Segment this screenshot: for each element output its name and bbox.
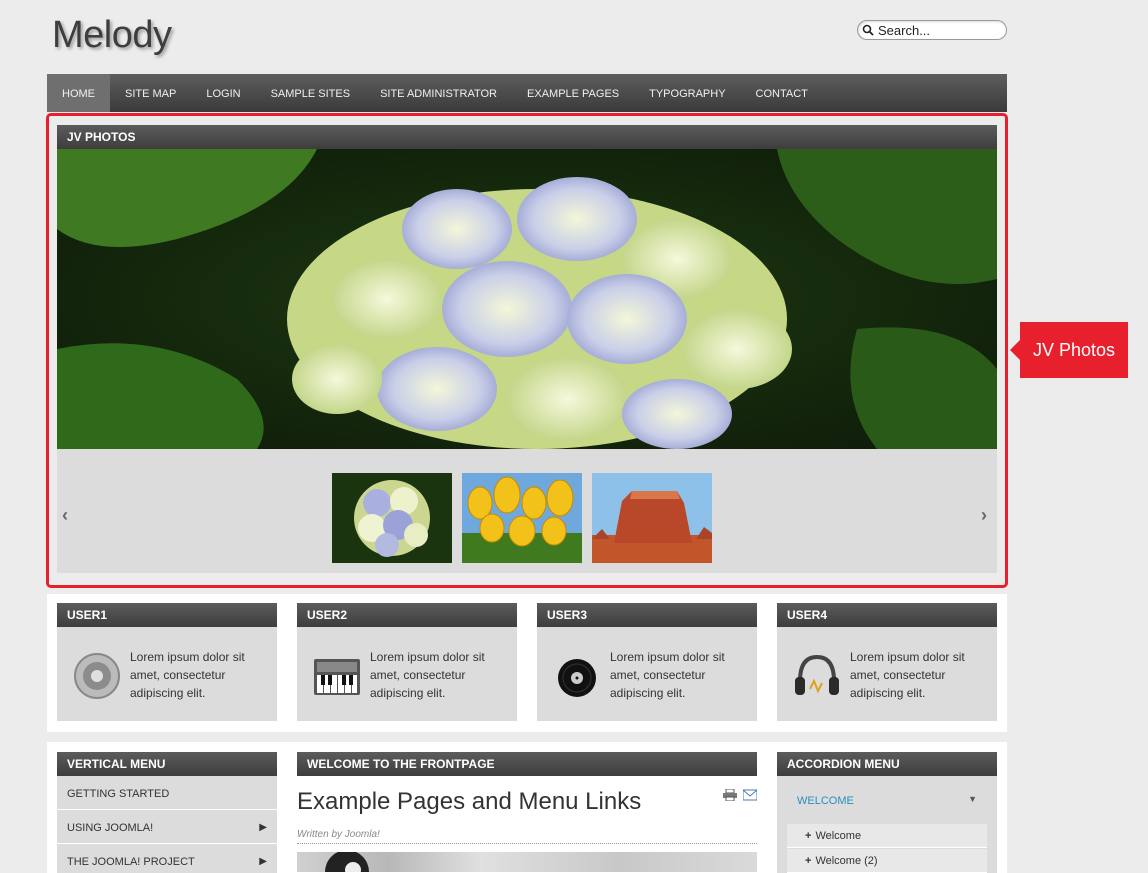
- user3-module: USER3 Lorem ipsum dolor sit amet, consec…: [537, 603, 757, 721]
- email-icon[interactable]: [742, 788, 758, 801]
- user2-module: USER2 Lorem ipsum dolor sit amet, consec…: [297, 603, 517, 721]
- accordion-menu: ACCORDION MENU WELCOME ▼ + Welcome + Welco…: [777, 752, 997, 873]
- user2-title: USER2: [297, 603, 517, 627]
- nav-contact[interactable]: CONTACT: [741, 74, 823, 112]
- nav-example-pages[interactable]: EXAMPLE PAGES: [512, 74, 634, 112]
- user1-text: Lorem ipsum dolor sit amet, consectetur …: [130, 650, 245, 700]
- user3-text: Lorem ipsum dolor sit amet, consectetur …: [610, 650, 725, 700]
- vmenu-item-joomla-project[interactable]: THE JOOMLA! PROJECT ▶: [57, 844, 277, 873]
- article-byline: Written by Joomla!: [297, 829, 757, 844]
- search-box[interactable]: [857, 20, 1007, 40]
- user3-title: USER3: [537, 603, 757, 627]
- nav-sample-sites[interactable]: SAMPLE SITES: [256, 74, 365, 112]
- user4-title: USER4: [777, 603, 997, 627]
- user1-module: USER1 Lorem ipsum dolor sit amet, consec…: [57, 603, 277, 721]
- vmenu-item-label: GETTING STARTED: [67, 788, 170, 800]
- vmenu-item-label: USING JOOMLA!: [67, 822, 154, 834]
- user-modules-band: USER1 Lorem ipsum dolor sit amet, consec…: [47, 594, 1007, 732]
- vmenu-item-getting-started[interactable]: GETTING STARTED: [57, 776, 277, 810]
- nav-typography[interactable]: TYPOGRAPHY: [634, 74, 740, 112]
- nav-login[interactable]: LOGIN: [191, 74, 255, 112]
- keyboard-icon: [314, 659, 360, 695]
- nav-home[interactable]: HOME: [47, 74, 110, 112]
- frontpage-content: WELCOME TO THE FRONTPAGE Example Pages a…: [297, 752, 758, 872]
- accordion-subitem-welcome[interactable]: + Welcome: [787, 824, 987, 848]
- plus-icon: +: [805, 855, 812, 867]
- main-nav: HOME SITE MAP LOGIN SAMPLE SITES SITE AD…: [47, 74, 1007, 112]
- highlight-frame: [46, 113, 1008, 588]
- jv-photos-callout: JV Photos: [1010, 322, 1128, 378]
- chevron-right-icon: ▶: [259, 822, 267, 833]
- user1-title: USER1: [57, 603, 277, 627]
- search-icon: [862, 24, 874, 36]
- search-input[interactable]: [878, 22, 998, 38]
- caret-down-icon: ▼: [968, 794, 977, 804]
- article-tools: [723, 788, 758, 802]
- nav-site-administrator[interactable]: SITE ADMINISTRATOR: [365, 74, 512, 112]
- accordion-subitem-label: Welcome: [815, 830, 862, 842]
- vertical-menu: VERTICAL MENU GETTING STARTED USING JOOM…: [57, 752, 277, 873]
- headphones-icon: [795, 654, 839, 695]
- accordion-subitem-label: Welcome (2): [815, 855, 878, 867]
- vinyl-record-icon: [558, 659, 596, 697]
- speaker-icon: [74, 653, 120, 699]
- vertical-menu-title: VERTICAL MENU: [57, 752, 277, 776]
- nav-site-map[interactable]: SITE MAP: [110, 74, 191, 112]
- vmenu-item-label: THE JOOMLA! PROJECT: [67, 856, 195, 868]
- article-heading[interactable]: Example Pages and Menu Links: [297, 788, 757, 816]
- user2-text: Lorem ipsum dolor sit amet, consectetur …: [370, 650, 485, 700]
- plus-icon: +: [805, 830, 812, 842]
- print-icon[interactable]: [723, 788, 737, 802]
- accordion-item-label: WELCOME: [797, 795, 854, 807]
- accordion-item-welcome[interactable]: WELCOME ▼: [777, 776, 997, 824]
- frontpage-title: WELCOME TO THE FRONTPAGE: [297, 752, 757, 776]
- article-image: [297, 852, 757, 872]
- user4-text: Lorem ipsum dolor sit amet, consectetur …: [850, 650, 965, 700]
- site-logo[interactable]: Melody: [52, 14, 172, 57]
- accordion-menu-title: ACCORDION MENU: [777, 752, 997, 776]
- lower-band: VERTICAL MENU GETTING STARTED USING JOOM…: [47, 742, 1007, 873]
- vmenu-item-using-joomla[interactable]: USING JOOMLA! ▶: [57, 810, 277, 844]
- chevron-right-icon: ▶: [259, 856, 267, 867]
- user4-module: USER4 Lorem ipsum dolor sit amet, consec…: [777, 603, 997, 721]
- accordion-subitem-welcome-2[interactable]: + Welcome (2): [787, 849, 987, 873]
